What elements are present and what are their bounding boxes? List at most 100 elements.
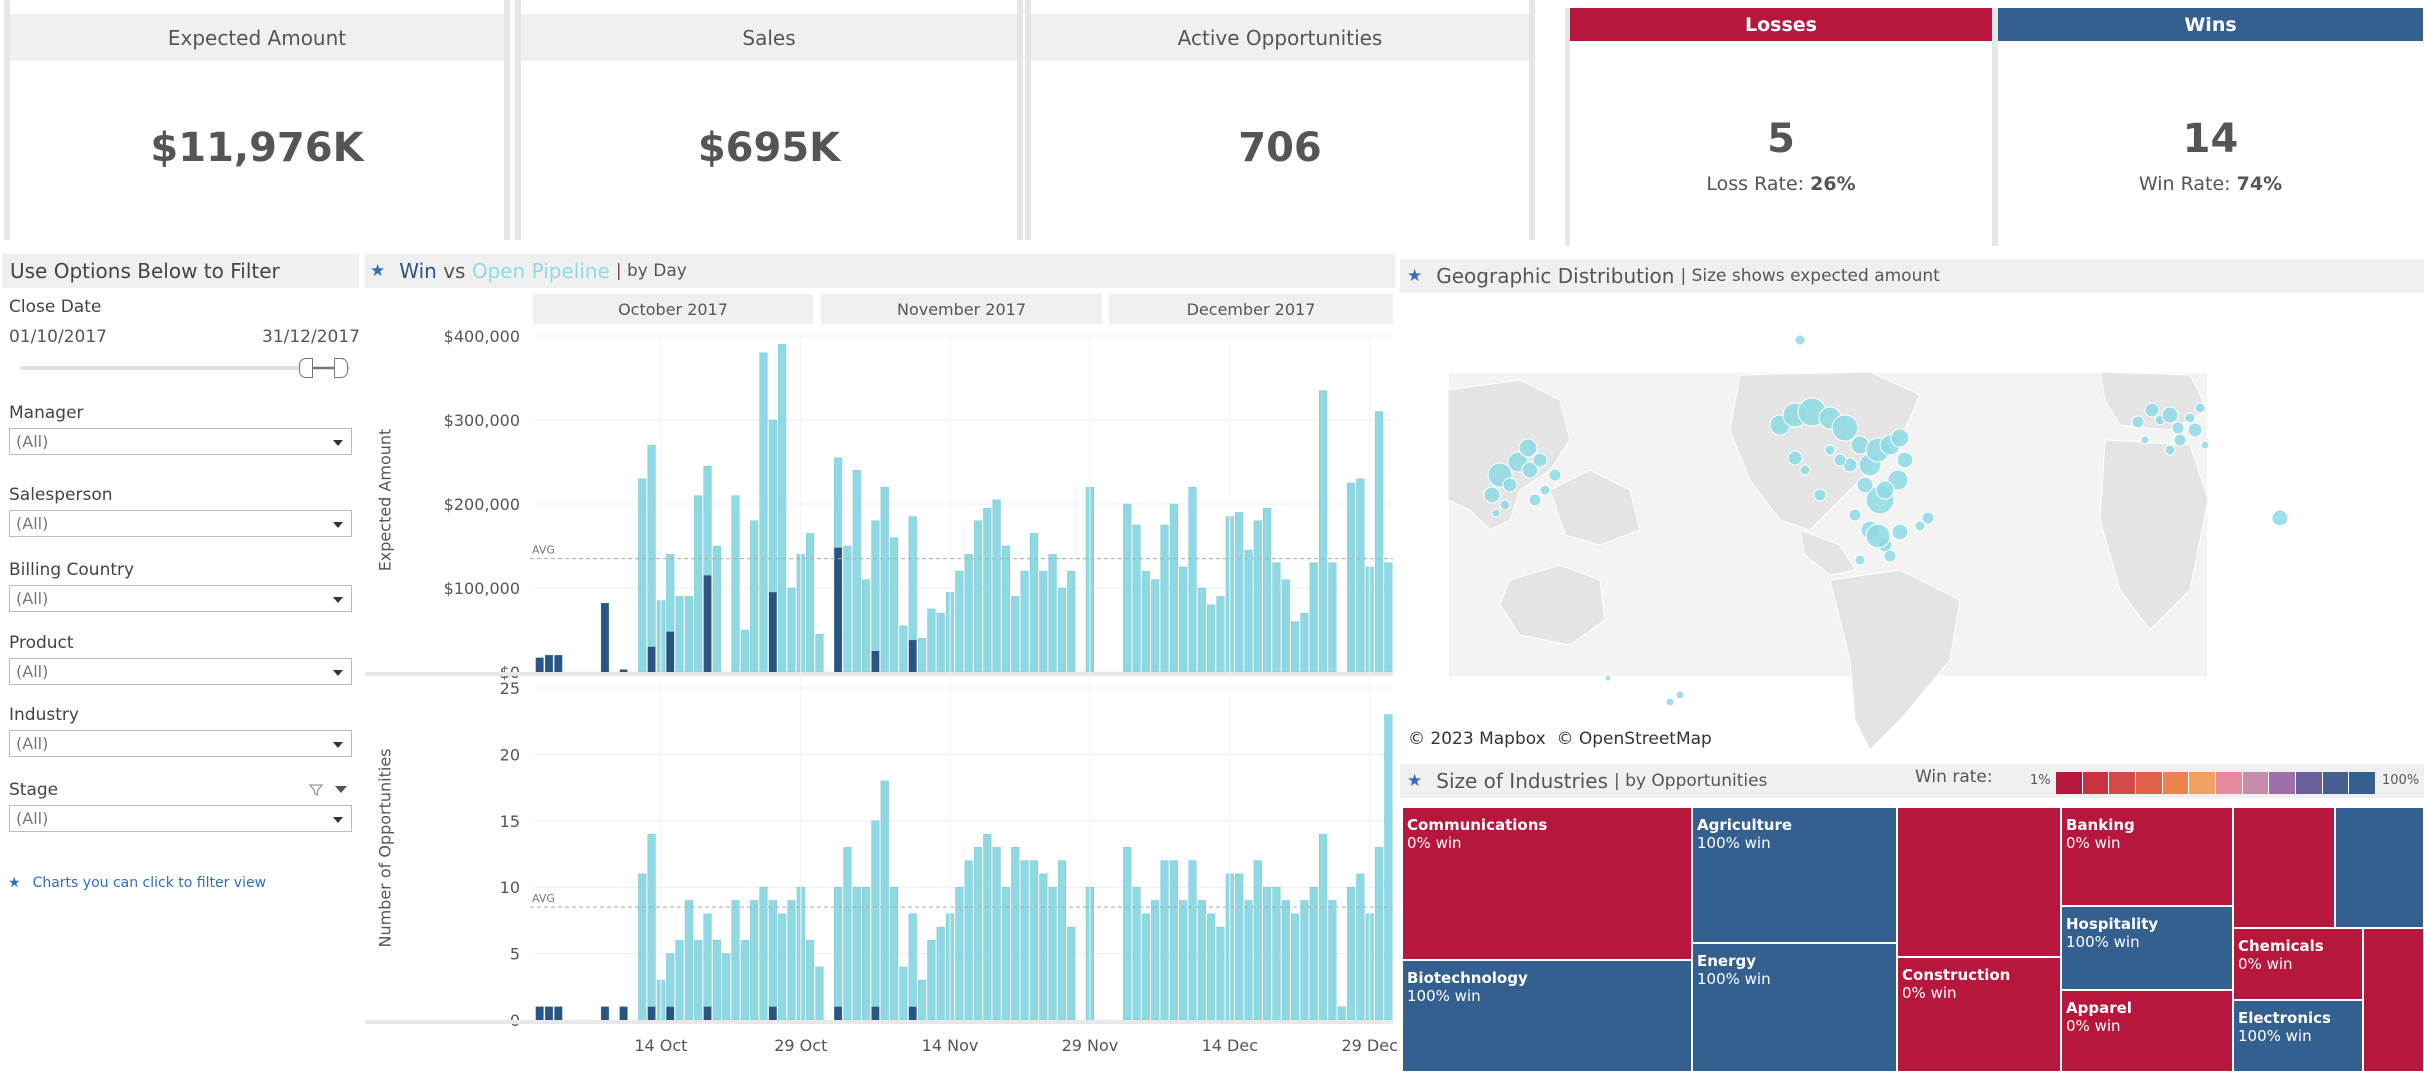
geo-point[interactable] — [2144, 402, 2160, 418]
amount-pipeline-bar — [936, 612, 945, 673]
losses-count: 5 — [1767, 116, 1795, 162]
amount-pipeline-bar — [787, 587, 796, 673]
amount-pipeline-bar — [675, 596, 684, 673]
geo-point[interactable] — [1787, 450, 1803, 466]
amount-pipeline-bar — [1179, 566, 1188, 673]
geo-point[interactable] — [1675, 690, 1685, 700]
geo-point[interactable] — [1491, 508, 1501, 518]
geo-point[interactable] — [2164, 444, 2176, 456]
amount-pipeline-bar — [1160, 524, 1169, 673]
industry-win: 100% win — [1407, 987, 1481, 1005]
industries-treemap[interactable]: Communications 0% win Agriculture 100% win… — [1402, 807, 2424, 1072]
count-pipeline-bar — [740, 940, 749, 1021]
geo-point[interactable] — [1813, 488, 1827, 502]
geo-point[interactable] — [1896, 451, 1914, 469]
geo-point[interactable] — [1499, 499, 1511, 511]
treemap-communications[interactable]: Communications 0% win — [1402, 807, 1692, 960]
treemap-other-3[interactable] — [2363, 928, 2424, 1072]
count-pipeline-bar — [1291, 913, 1300, 1021]
losses-card[interactable]: Losses 5 Loss Rate: 26% — [1565, 8, 1995, 246]
geo-point[interactable] — [1875, 480, 1895, 500]
geo-point[interactable] — [2171, 421, 2185, 435]
treemap-electronics[interactable]: Electronics 100% win — [2233, 1000, 2363, 1072]
amount-pipeline-bar — [1384, 562, 1393, 673]
geo-point[interactable] — [1865, 523, 1891, 549]
industries-title-text: Size of Industries — [1436, 769, 1609, 793]
treemap-chemicals[interactable]: Chemicals 0% win — [2233, 928, 2363, 1000]
treemap-hospitality[interactable]: Hospitality 100% win — [2061, 906, 2233, 990]
geo-point[interactable] — [1483, 486, 1501, 504]
count-pipeline-bar — [815, 966, 824, 1021]
geo-point[interactable] — [2194, 402, 2206, 414]
scale-swatch — [2349, 772, 2377, 794]
geo-point[interactable] — [1848, 508, 1862, 522]
amount-pipeline-bar — [889, 537, 899, 673]
geo-point[interactable] — [1799, 464, 1811, 476]
amount-pipeline-bar — [862, 579, 871, 673]
industry-name: Banking — [2066, 816, 2135, 834]
amount-pipeline-bar — [899, 625, 908, 673]
geo-point[interactable] — [2131, 415, 2145, 429]
geo-point[interactable] — [1831, 414, 1859, 442]
industry-win: 100% win — [1697, 970, 1771, 988]
amount-pipeline-bar — [1309, 562, 1318, 673]
geo-map-svg[interactable] — [1400, 300, 2424, 760]
geo-point[interactable] — [2173, 433, 2187, 447]
wins-card[interactable]: Wins 14 Win Rate: 74% — [1995, 8, 2423, 246]
geo-point[interactable] — [1854, 554, 1866, 566]
geo-point[interactable] — [2187, 422, 2203, 438]
amount-pipeline-bar — [815, 633, 824, 673]
geo-point[interactable] — [1883, 549, 1897, 563]
treemap-banking[interactable]: Banking 0% win — [2061, 807, 2233, 906]
treemap-construction-upper[interactable] — [1897, 807, 2061, 957]
treemap-apparel[interactable]: Apparel 0% win — [2061, 990, 2233, 1072]
scale-swatch — [2162, 772, 2190, 794]
amount-tick-label: $200,000 — [444, 495, 520, 514]
geo-point[interactable] — [1604, 674, 1612, 682]
geo-point[interactable] — [1528, 493, 1542, 507]
count-pipeline-bar — [675, 940, 684, 1021]
geo-point[interactable] — [1532, 452, 1548, 468]
win-rate-value: 74% — [2236, 173, 2283, 195]
count-pipeline-bar — [1356, 873, 1365, 1021]
count-pipeline-bar — [1123, 847, 1132, 1021]
wins-header: Wins — [1998, 8, 2423, 41]
geo-point[interactable] — [1833, 453, 1847, 467]
geo-point[interactable] — [1548, 468, 1562, 482]
geo-point[interactable] — [1856, 476, 1874, 494]
treemap-agriculture[interactable]: Agriculture 100% win — [1692, 807, 1897, 943]
geo-point[interactable] — [2140, 435, 2150, 445]
amount-pipeline-bar — [1197, 587, 1206, 673]
amount-pipeline-bar — [1272, 562, 1281, 673]
geo-point[interactable] — [1824, 444, 1836, 456]
geo-point[interactable] — [1539, 484, 1551, 496]
count-pipeline-bar — [1029, 860, 1039, 1021]
scale-swatch — [2109, 772, 2137, 794]
amount-pipeline-bar — [1281, 579, 1290, 673]
amount-pipeline-bar — [1216, 596, 1225, 673]
geo-point[interactable] — [1794, 334, 1806, 346]
scale-min: 1% — [2030, 773, 2051, 788]
geo-point[interactable] — [2161, 406, 2179, 424]
treemap-other-1[interactable] — [2233, 807, 2335, 928]
geo-point[interactable] — [1890, 428, 1910, 448]
geo-point[interactable] — [1518, 438, 1538, 458]
treemap-energy[interactable]: Energy 100% win — [1692, 943, 1897, 1072]
win-vs-pipeline-chart[interactable]: $400,000$300,000$200,000$100,000$0AVG252… — [0, 0, 1400, 1082]
treemap-biotechnology[interactable]: Biotechnology 100% win — [1402, 960, 1692, 1072]
treemap-construction[interactable]: Construction 0% win — [1897, 957, 2061, 1072]
geo-point[interactable] — [2271, 509, 2289, 527]
geo-point[interactable] — [1921, 511, 1935, 525]
geo-point[interactable] — [1665, 697, 1675, 707]
treemap-other-2[interactable] — [2335, 807, 2424, 928]
geo-point[interactable] — [1891, 523, 1909, 541]
geo-point[interactable] — [1502, 477, 1518, 493]
count-pipeline-bar — [1057, 860, 1066, 1021]
geo-point[interactable] — [2184, 412, 2196, 424]
amount-tick-label: $100,000 — [444, 579, 520, 598]
amount-pipeline-bar — [843, 545, 852, 673]
count-pipeline-bar — [722, 953, 731, 1021]
geo-map[interactable] — [1400, 300, 2424, 760]
x-tick-label: 29 Dec — [1341, 1036, 1397, 1055]
geo-point[interactable] — [2200, 440, 2210, 450]
